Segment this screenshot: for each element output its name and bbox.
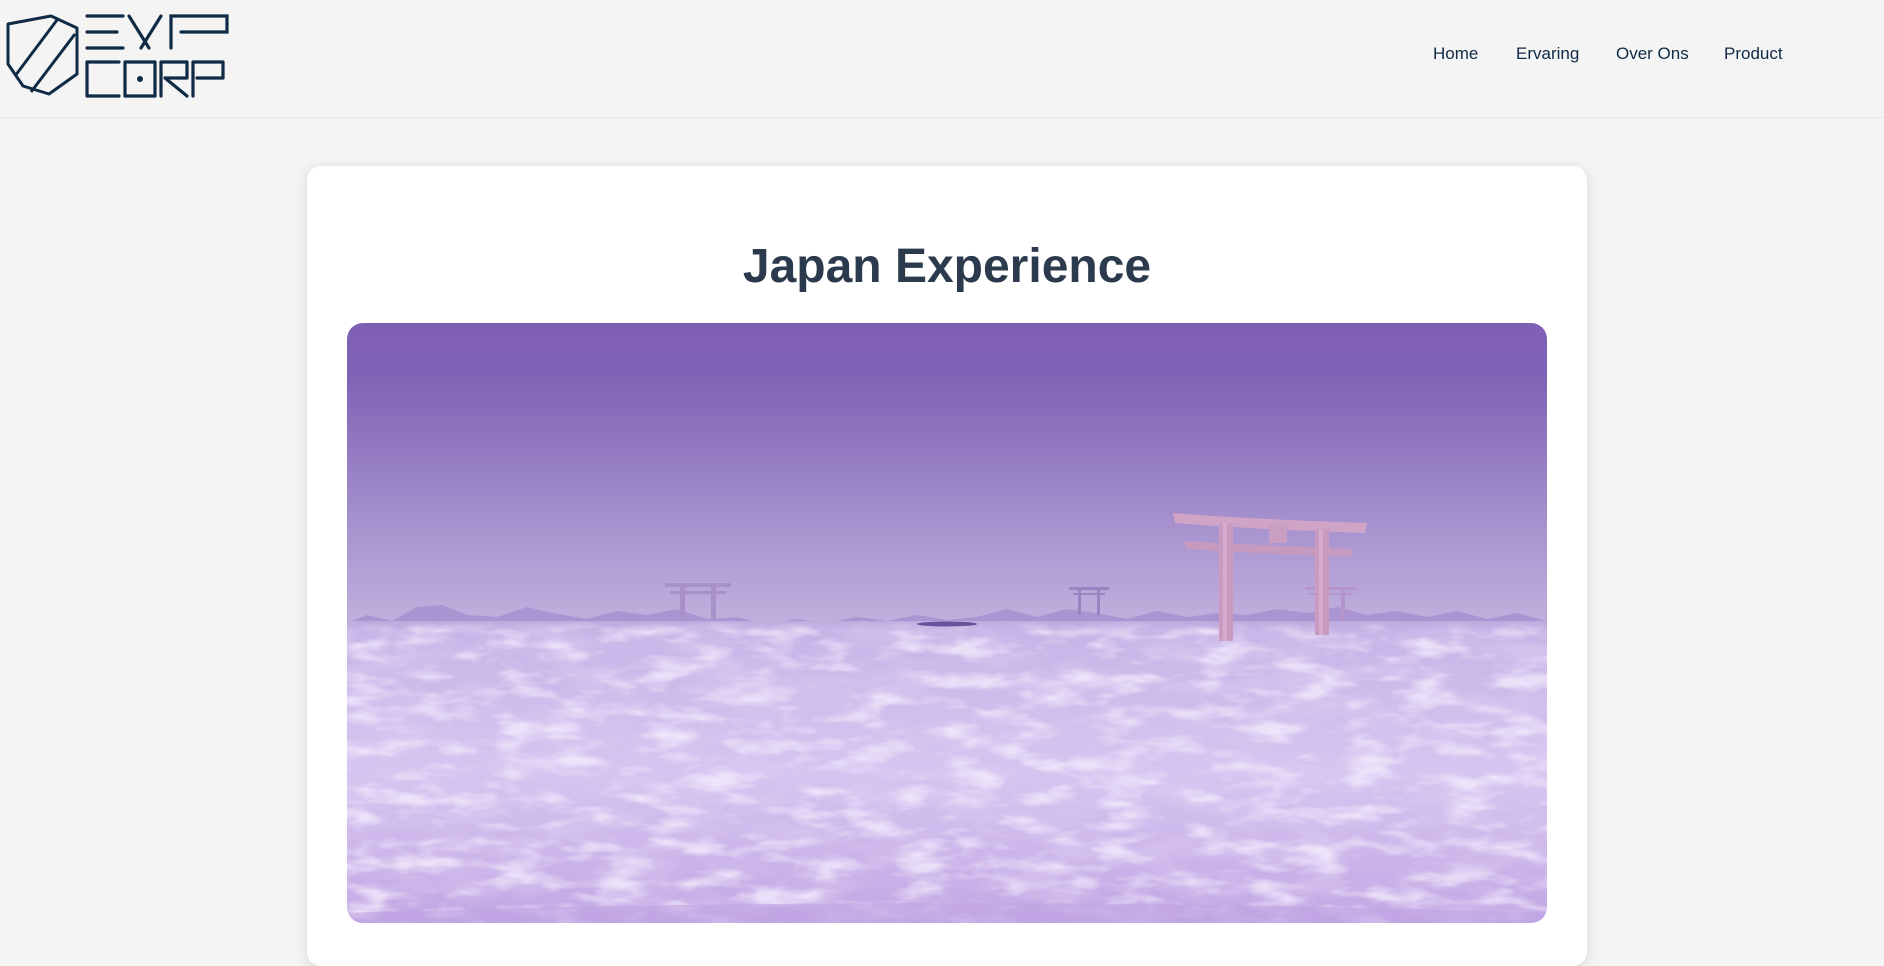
ground-haze — [347, 621, 1547, 701]
sky — [347, 323, 1547, 633]
nav-product[interactable]: Product — [1724, 44, 1783, 64]
japan-scene — [347, 323, 1547, 923]
nav-ervaring[interactable]: Ervaring — [1516, 44, 1579, 64]
logo-graphic — [6, 14, 229, 98]
page-title: Japan Experience — [742, 240, 1152, 293]
water-puddle — [917, 621, 977, 627]
experience-card: Japan Experience — [307, 166, 1587, 966]
shield-icon — [6, 14, 79, 96]
nav-over-ons[interactable]: Over Ons — [1616, 44, 1689, 64]
exp-corp-logo[interactable] — [5, 14, 233, 98]
panorama-viewer[interactable] — [347, 323, 1547, 923]
site-header: Home Ervaring Over Ons Product — [0, 0, 1884, 118]
nav-home[interactable]: Home — [1433, 44, 1478, 64]
